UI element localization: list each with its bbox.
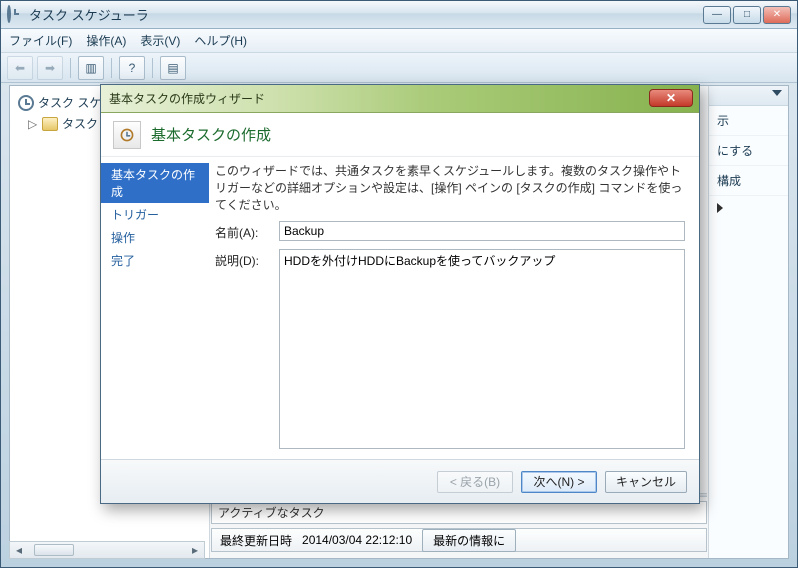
dialog-heading: 基本タスクの作成 [151,124,271,145]
main-title: タスク スケジューラ [29,5,703,24]
dropdown-icon [772,90,782,96]
tree-horizontal-scrollbar[interactable]: ◂ ▸ [9,541,205,559]
window-buttons: — □ ✕ [703,6,791,24]
step-trigger[interactable]: トリガー [101,203,209,226]
create-basic-task-wizard: 基本タスクの作成ウィザード ✕ 基本タスクの作成 基本タスクの作成 トリガー 操… [100,84,700,504]
description-row: 説明(D): HDDを外付けHDDにBackupを使ってバックアップ [215,249,685,449]
expand-icon[interactable]: ▷ [28,117,38,131]
scheduler-icon [18,95,34,111]
arrow-right-icon [717,203,723,213]
name-row: 名前(A): [215,221,685,241]
status-bar: 最終更新日時 2014/03/04 22:12:10 最新の情報に [211,528,707,552]
dialog-header: 基本タスクの作成 [101,113,699,157]
next-button[interactable]: 次へ(N) > [521,471,597,493]
actions-pane: 示 にする 構成 [708,86,788,558]
folder-icon [42,117,58,131]
menu-help[interactable]: ヘルプ(H) [194,32,247,49]
task-name-input[interactable] [279,221,685,241]
back-button: < 戻る(B) [437,471,513,493]
action-expand[interactable] [709,196,788,222]
back-button: ⬅ [7,56,33,80]
main-titlebar[interactable]: タスク スケジューラ — □ ✕ [1,1,797,29]
close-button[interactable]: ✕ [763,6,791,24]
dialog-footer: < 戻る(B) 次へ(N) > キャンセル [101,459,699,503]
wizard-icon [113,121,141,149]
step-finish[interactable]: 完了 [101,249,209,272]
menu-action[interactable]: 操作(A) [86,32,126,49]
toolbar: ⬅ ➡ ▥ ? ▤ [1,53,797,83]
wizard-steps: 基本タスクの作成 トリガー 操作 完了 [101,157,209,459]
tree-child-label: タスク [62,115,98,132]
minimize-button[interactable]: — [703,6,731,24]
wizard-form: このウィザードでは、共通タスクを素早くスケジュールします。複数のタスク操作やトリ… [209,157,699,459]
cancel-button[interactable]: キャンセル [605,471,687,493]
menu-view[interactable]: 表示(V) [140,32,180,49]
maximize-button[interactable]: □ [733,6,761,24]
action-entry[interactable]: 示 [709,106,788,136]
forward-button: ➡ [37,56,63,80]
step-action[interactable]: 操作 [101,226,209,249]
scroll-right-button[interactable]: ▸ [186,542,204,558]
actions-pane-header[interactable] [709,86,788,106]
active-tasks-row[interactable]: アクティブなタスク [211,501,707,524]
last-update-label: 最終更新日時 [220,532,292,549]
menubar: ファイル(F) 操作(A) 表示(V) ヘルプ(H) [1,29,797,53]
scroll-thumb[interactable] [34,544,74,556]
step-create-basic-task[interactable]: 基本タスクの作成 [101,163,209,203]
description-label: 説明(D): [215,249,273,269]
separator [111,58,112,78]
app-icon [7,7,23,23]
name-label: 名前(A): [215,221,273,241]
action-entry[interactable]: にする [709,136,788,166]
action-entry[interactable]: 構成 [709,166,788,196]
separator [70,58,71,78]
task-description-input[interactable]: HDDを外付けHDDにBackupを使ってバックアップ [279,249,685,449]
dialog-titlebar[interactable]: 基本タスクの作成ウィザード ✕ [101,85,699,113]
tree-root-label: タスク スケ [38,94,101,111]
wizard-intro-text: このウィザードでは、共通タスクを素早くスケジュールします。複数のタスク操作やトリ… [215,163,685,213]
separator [152,58,153,78]
dialog-close-button[interactable]: ✕ [649,89,693,107]
scope-pane-button[interactable]: ▥ [78,56,104,80]
refresh-button[interactable]: 最新の情報に [422,529,516,552]
dialog-title: 基本タスクの作成ウィザード [109,90,691,107]
last-update-time: 2014/03/04 22:12:10 [302,533,412,547]
actions-pane-button[interactable]: ▤ [160,56,186,80]
help-button[interactable]: ? [119,56,145,80]
menu-file[interactable]: ファイル(F) [9,32,72,49]
scroll-left-button[interactable]: ◂ [10,542,28,558]
dialog-body: 基本タスクの作成 トリガー 操作 完了 このウィザードでは、共通タスクを素早くス… [101,157,699,459]
